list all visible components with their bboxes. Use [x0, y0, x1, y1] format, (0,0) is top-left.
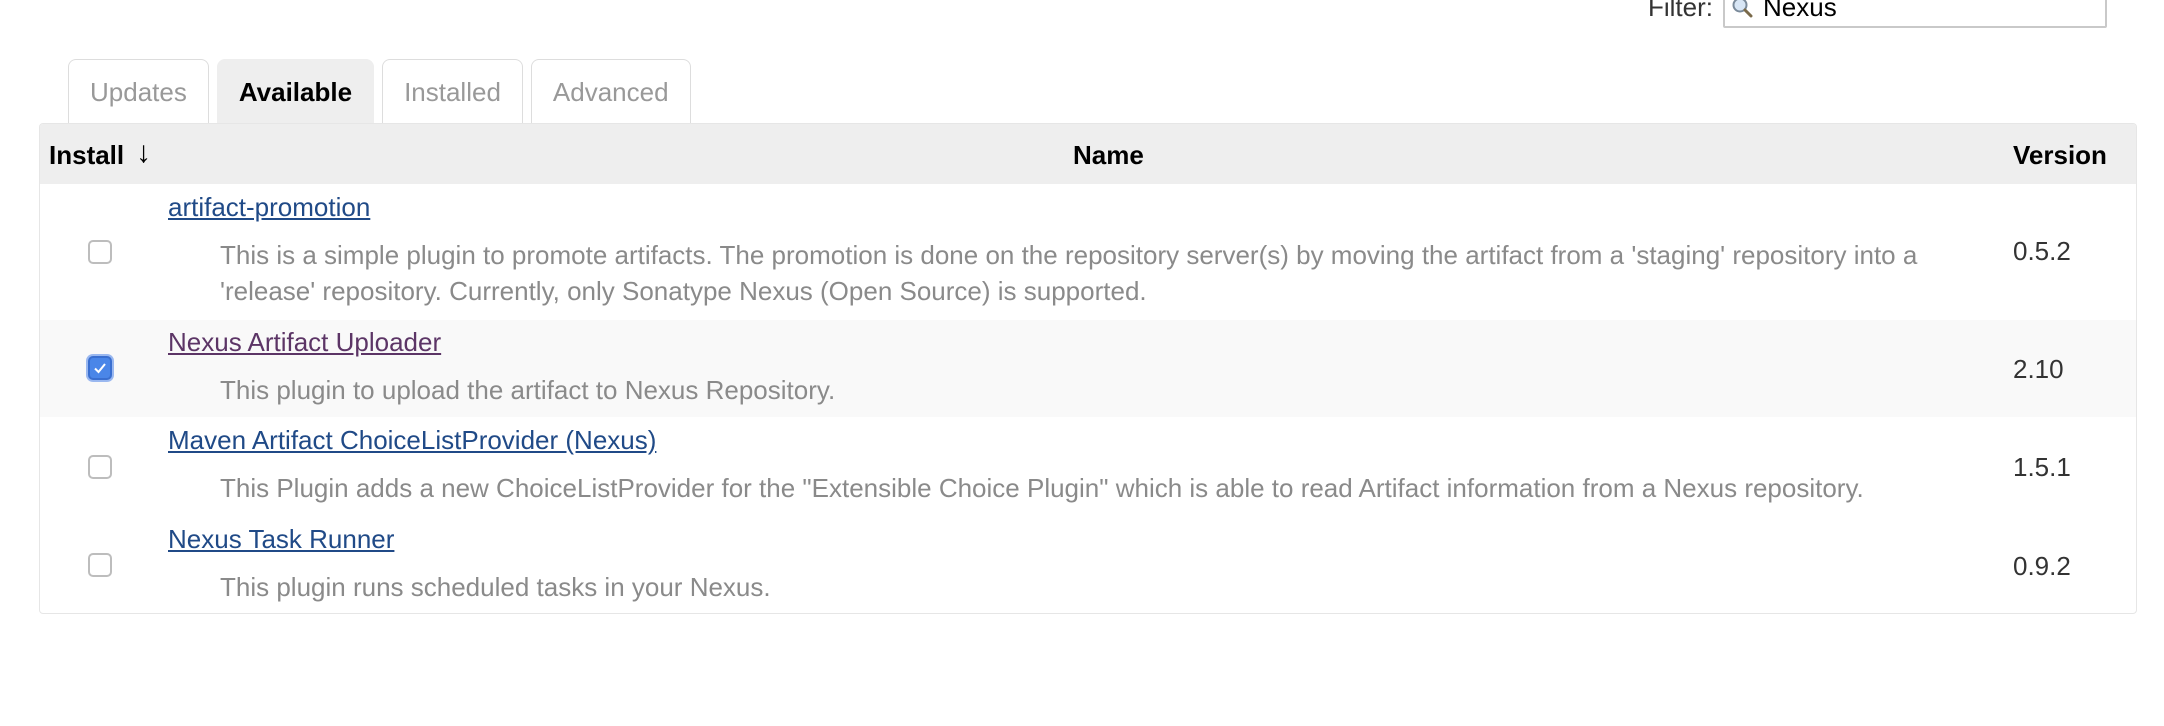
filter-label: Filter: — [1648, 0, 1713, 22]
plugin-name-link[interactable]: Nexus Artifact Uploader — [168, 327, 441, 358]
plugin-description: This plugin to upload the artifact to Ne… — [220, 375, 836, 405]
tab-advanced[interactable]: Advanced — [530, 59, 691, 123]
plugin-version: 0.5.2 — [2013, 236, 2071, 266]
magnifier-icon — [1732, 0, 1753, 18]
install-checkbox[interactable] — [88, 240, 112, 264]
install-checkbox[interactable] — [88, 455, 112, 479]
install-checkbox[interactable] — [88, 356, 112, 380]
table-row: Maven Artifact ChoiceListProvider (Nexus… — [40, 417, 2136, 516]
name-column-header[interactable]: Name — [1073, 140, 1144, 171]
table-row: artifact-promotion This is a simple plug… — [40, 184, 2136, 319]
plugin-version: 1.5.1 — [2013, 452, 2071, 482]
plugin-name-link[interactable]: artifact-promotion — [168, 192, 370, 223]
plugin-version: 2.10 — [2013, 354, 2064, 384]
table-row: Nexus Task Runner This plugin runs sched… — [40, 516, 2136, 613]
plugin-description: This plugin runs scheduled tasks in your… — [220, 572, 771, 602]
plugin-version: 0.9.2 — [2013, 551, 2071, 581]
plugin-name-link[interactable]: Nexus Task Runner — [168, 524, 394, 555]
plugin-description: This is a simple plugin to promote artif… — [220, 240, 1918, 306]
tab-updates[interactable]: Updates — [68, 59, 209, 123]
filter-input[interactable] — [1763, 0, 2093, 26]
filter-input-box[interactable] — [1723, 0, 2107, 28]
install-checkbox[interactable] — [88, 553, 112, 577]
tab-installed[interactable]: Installed — [382, 59, 523, 123]
install-column-header[interactable]: Install — [49, 140, 124, 171]
plugin-manager-page: Filter: Updates Available Installed Adva… — [0, 0, 2164, 726]
plugin-table: Install ↓ Name Version artifact-promotio… — [39, 123, 2137, 614]
filter-bar: Filter: — [1648, 0, 2107, 28]
tab-bar: Updates Available Installed Advanced — [68, 59, 691, 123]
checkmark-icon — [94, 363, 106, 374]
version-column-header[interactable]: Version — [2013, 140, 2107, 171]
plugin-name-link[interactable]: Maven Artifact ChoiceListProvider (Nexus… — [168, 425, 656, 456]
sort-arrow-icon: ↓ — [136, 136, 151, 169]
table-row: Nexus Artifact Uploader This plugin to u… — [40, 319, 2136, 417]
plugin-description: This Plugin adds a new ChoiceListProvide… — [220, 473, 1864, 503]
table-header: Install ↓ Name Version — [40, 124, 2136, 184]
tab-available[interactable]: Available — [216, 59, 375, 123]
